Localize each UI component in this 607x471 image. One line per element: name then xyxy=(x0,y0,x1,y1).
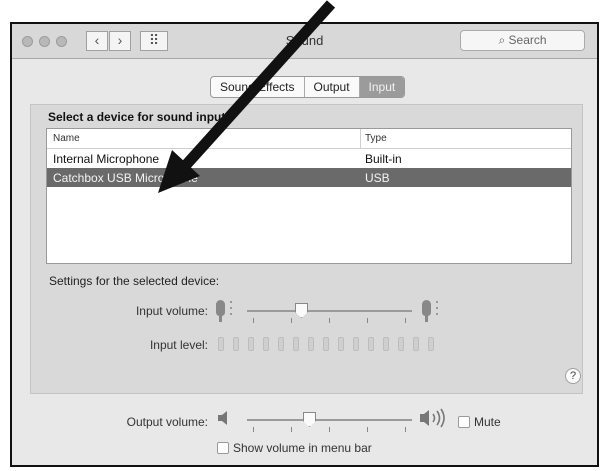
annotation-arrow xyxy=(158,0,336,193)
